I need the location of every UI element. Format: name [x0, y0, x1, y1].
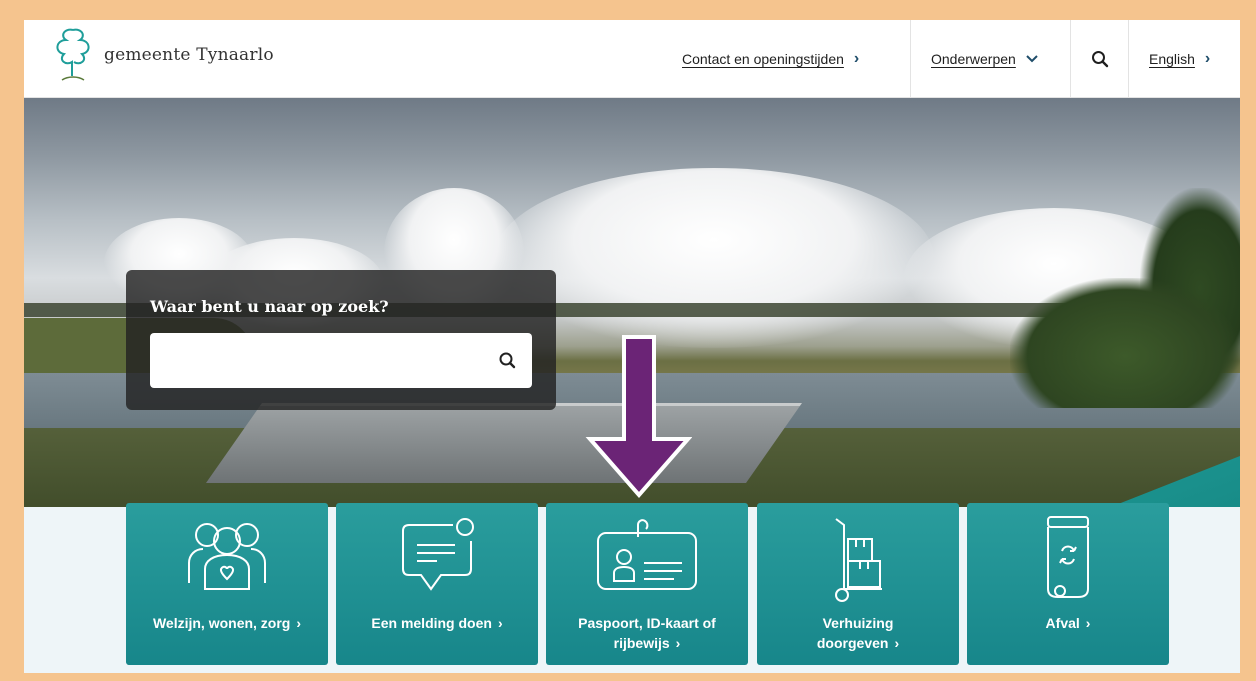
tile-label: Verhuizing doorgeven ›	[765, 613, 951, 653]
nav-topics-dropdown[interactable]: Onderwerpen	[910, 20, 1070, 98]
moving-trolley-icon	[835, 518, 882, 602]
tree-logo-icon	[56, 28, 90, 81]
tile-label: Afval ›	[975, 613, 1161, 633]
tile-melding[interactable]: Een melding doen ›	[336, 503, 538, 665]
chevron-right-icon: ›	[296, 615, 302, 631]
search-box	[150, 333, 532, 388]
tile-label: Welzijn, wonen, zorg ›	[134, 613, 320, 633]
site-header: gemeente Tynaarlo Contact en openingstij…	[24, 20, 1240, 98]
tile-label-line1: Verhuizing	[822, 615, 894, 631]
bushes	[1010, 278, 1240, 408]
chevron-right-icon: ›	[853, 50, 860, 67]
cloud-shape	[494, 168, 934, 348]
annotation-arrow-icon	[585, 335, 692, 499]
site-logo[interactable]: gemeente Tynaarlo	[50, 24, 274, 86]
tile-verhuizing[interactable]: Verhuizing doorgeven ›	[757, 503, 959, 665]
tile-label-line1: Een melding doen	[371, 615, 492, 631]
chevron-right-icon: ›	[497, 615, 503, 631]
chevron-down-icon	[1026, 55, 1038, 63]
nav-topics-label: Onderwerpen	[931, 51, 1016, 67]
search-title: Waar bent u naar op zoek?	[150, 297, 389, 316]
language-label: English	[1149, 51, 1195, 67]
search-input[interactable]	[150, 333, 480, 388]
chevron-right-icon: ›	[894, 635, 900, 651]
boardwalk	[205, 403, 803, 483]
tile-label-line1: Paspoort, ID-kaart of	[578, 615, 716, 631]
nav-contact-label: Contact en openingstijden	[682, 51, 844, 67]
id-card-icon	[597, 519, 697, 590]
chevron-right-icon: ›	[1085, 615, 1091, 631]
tile-label-line2: rijbewijs	[613, 635, 670, 651]
search-submit-icon[interactable]	[496, 349, 520, 373]
chevron-right-icon: ›	[1204, 50, 1211, 67]
tile-paspoort[interactable]: Paspoort, ID-kaart of rijbewijs ›	[546, 503, 748, 665]
tile-label: Paspoort, ID-kaart of rijbewijs ›	[554, 613, 740, 653]
tile-welzijn[interactable]: Welzijn, wonen, zorg ›	[126, 503, 328, 665]
tile-label-line2: doorgeven	[816, 635, 889, 651]
tile-afval[interactable]: Afval ›	[967, 503, 1169, 665]
language-switch-link[interactable]: English ›	[1128, 20, 1240, 98]
search-panel: Waar bent u naar op zoek?	[126, 270, 556, 410]
tile-label-line1: Welzijn, wonen, zorg	[152, 615, 291, 631]
page-frame: gemeente Tynaarlo Contact en openingstij…	[24, 20, 1240, 673]
people-heart-icon	[188, 523, 266, 590]
logo-text: gemeente Tynaarlo	[104, 45, 274, 65]
header-search-button[interactable]	[1070, 20, 1128, 98]
nav-contact-link[interactable]: Contact en openingstijden ›	[664, 20, 879, 98]
search-icon	[1091, 51, 1108, 68]
tile-label: Een melding doen ›	[344, 613, 530, 633]
chevron-right-icon: ›	[675, 635, 681, 651]
recycle-bin-icon	[1047, 516, 1089, 598]
tile-label-line1: Afval	[1045, 615, 1080, 631]
speech-bubble-icon	[402, 518, 474, 591]
